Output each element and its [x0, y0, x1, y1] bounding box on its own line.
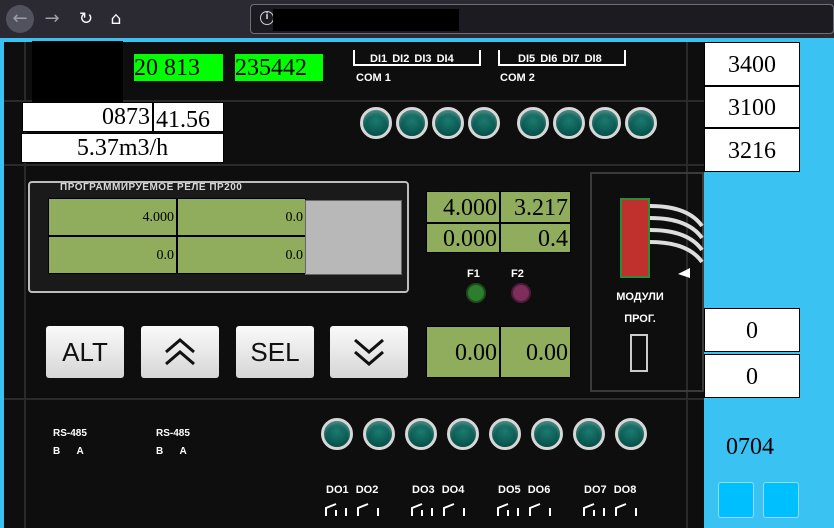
do3-label: DO3 — [412, 484, 435, 496]
ribbon-connector — [620, 198, 650, 278]
prog-label: ПРОГ. — [624, 313, 656, 325]
di2-led[interactable] — [396, 107, 428, 139]
up-button[interactable] — [141, 326, 219, 378]
lcd-backlight-area — [305, 200, 402, 275]
lcd-cell: 0.0 — [177, 198, 306, 236]
counter-field: 0873 — [22, 102, 153, 132]
side-value: 3100 — [704, 86, 800, 128]
do5-led[interactable] — [489, 418, 521, 450]
address-bar[interactable]: i — [250, 4, 834, 34]
di8-led[interactable] — [625, 107, 657, 139]
di8-label: DI8 — [584, 53, 602, 65]
side-value: 0 — [704, 354, 800, 398]
grid-cell: 0.000 — [426, 223, 500, 253]
down-button[interactable] — [330, 326, 408, 378]
di4-led[interactable] — [468, 107, 500, 139]
rs485-label-2: RS-485 — [156, 428, 190, 439]
lcd-cell: 0.0 — [177, 236, 306, 274]
di3-label: DI3 — [414, 53, 432, 65]
side-code: 0704 — [726, 434, 774, 460]
lcd-cell: 0.0 — [48, 236, 177, 274]
rs485-b-label: B — [156, 446, 164, 457]
back-icon[interactable]: ← — [6, 5, 34, 33]
relay-contacts-icon — [325, 503, 637, 516]
green-readout-1: 20 813 — [134, 54, 223, 81]
value-field: 41.56 — [153, 102, 224, 132]
forward-icon[interactable]: → — [38, 5, 66, 33]
flow-field: 5.37m3/h — [21, 133, 224, 163]
com1-label: COM 1 — [356, 72, 391, 84]
rs485-label-1: RS-485 — [53, 428, 87, 439]
browser-toolbar: ← → ↻ ⌂ i — [0, 0, 834, 38]
alt-button[interactable]: ALT — [46, 326, 124, 378]
do6-led[interactable] — [531, 418, 563, 450]
reload-icon[interactable]: ↻ — [72, 5, 100, 33]
do8-led[interactable] — [615, 418, 647, 450]
di1-label: DI1 — [370, 53, 388, 65]
grid-cell: 0.00 — [500, 326, 571, 378]
do6-label: DO6 — [527, 484, 551, 496]
rs485-b-label: B — [53, 446, 61, 457]
di7-label: DI7 — [562, 53, 580, 65]
di3-led[interactable] — [432, 107, 464, 139]
di6-led[interactable] — [553, 107, 585, 139]
di6-label: DI6 — [540, 53, 558, 65]
home-icon[interactable]: ⌂ — [102, 5, 130, 33]
di5-label: DI5 — [518, 53, 536, 65]
redacted-region — [32, 41, 123, 103]
do8-label: DO8 — [613, 484, 637, 496]
grid-cell: 0.00 — [426, 326, 500, 378]
com2-label: COM 2 — [500, 72, 535, 84]
double-chevron-up-icon — [165, 338, 195, 366]
di4-label: DI4 — [436, 53, 454, 65]
panel-divider — [4, 398, 704, 400]
do7-label: DO7 — [584, 484, 607, 496]
grid-cell: 4.000 — [426, 191, 500, 223]
do1-label: DO1 — [326, 484, 349, 496]
side-value: 0 — [704, 308, 800, 352]
side-button-right[interactable] — [763, 482, 799, 518]
do4-led[interactable] — [447, 418, 479, 450]
ribbon-cable-icon — [649, 204, 704, 278]
di1-led[interactable] — [360, 107, 392, 139]
do7-led[interactable] — [573, 418, 605, 450]
green-readout-2: 235442 — [235, 54, 323, 81]
side-value: 3400 — [704, 42, 800, 86]
grid-cell: 0.4 — [500, 223, 571, 253]
double-chevron-down-icon — [354, 338, 384, 366]
screen-title: ПРОГРАММИРУЕМОЕ РЕЛЕ ПР200 — [60, 182, 243, 193]
f2-label: F2 — [511, 268, 524, 280]
panel-divider — [4, 164, 704, 166]
lcd-cell: 4.000 — [48, 198, 177, 236]
info-icon[interactable]: i — [260, 11, 274, 25]
redacted-url — [273, 9, 459, 31]
f1-led — [466, 283, 486, 303]
do5-label: DO5 — [498, 484, 521, 496]
do4-label: DO4 — [441, 484, 465, 496]
di5-led[interactable] — [517, 107, 549, 139]
rs485-a-label: A — [76, 446, 84, 457]
do2-led[interactable] — [363, 418, 395, 450]
grid-cell: 3.217 — [500, 191, 571, 223]
side-button-left[interactable] — [718, 482, 754, 518]
side-value: 3216 — [704, 128, 800, 172]
di7-led[interactable] — [589, 107, 621, 139]
sel-button[interactable]: SEL — [236, 326, 314, 378]
rs485-a-label: A — [179, 446, 187, 457]
di2-label: DI2 — [392, 53, 410, 65]
f1-label: F1 — [467, 268, 480, 280]
do1-led[interactable] — [321, 418, 353, 450]
f2-led — [511, 283, 531, 303]
do2-label: DO2 — [355, 484, 379, 496]
prog-port-icon[interactable] — [630, 334, 648, 372]
do3-led[interactable] — [405, 418, 437, 450]
module-label: МОДУЛИ — [616, 291, 664, 303]
